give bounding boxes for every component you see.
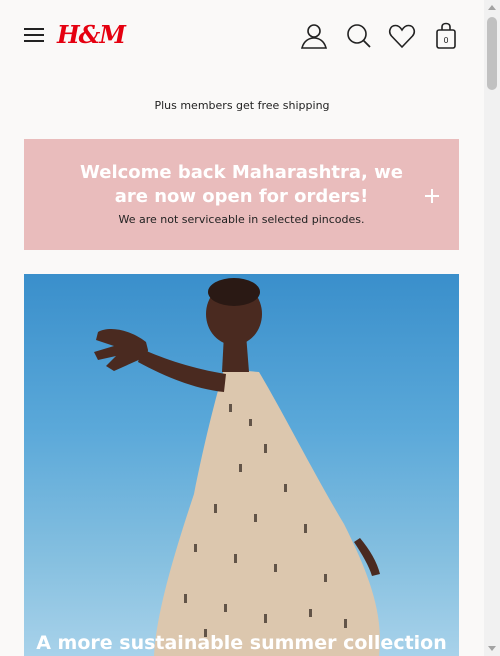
- site-header: H&M 0: [0, 0, 484, 72]
- menu-icon-bar: [24, 34, 44, 36]
- hero-banner[interactable]: A more sustainable summer collection: [24, 274, 459, 656]
- heart-icon: [388, 24, 416, 49]
- scroll-thumb[interactable]: [487, 17, 497, 90]
- bag-count: 0: [443, 36, 449, 45]
- welcome-banner[interactable]: Welcome back Maharashtra, we are now ope…: [24, 139, 459, 250]
- hero-caption: A more sustainable summer collection: [36, 632, 447, 654]
- plus-icon-horizontal: [425, 195, 439, 197]
- shopping-bag-button[interactable]: 0: [433, 22, 459, 50]
- welcome-subtitle: We are not serviceable in selected pinco…: [118, 213, 365, 226]
- search-button[interactable]: [345, 22, 373, 50]
- account-button[interactable]: [300, 22, 328, 50]
- hero-image: [94, 278, 380, 656]
- scrollbar[interactable]: [484, 0, 500, 656]
- scroll-up-arrow-icon[interactable]: [488, 5, 496, 10]
- menu-icon: [24, 28, 44, 30]
- plus-icon[interactable]: [425, 189, 439, 203]
- favourites-button[interactable]: [388, 22, 416, 50]
- menu-icon-bar: [24, 40, 44, 42]
- search-icon: [347, 24, 371, 48]
- account-icon: [300, 24, 328, 49]
- scroll-down-arrow-icon[interactable]: [488, 646, 496, 651]
- menu-button[interactable]: [24, 26, 44, 44]
- welcome-title: Welcome back Maharashtra, we are now ope…: [80, 162, 403, 207]
- hm-logo[interactable]: H&M: [57, 20, 126, 49]
- promo-text[interactable]: Plus members get free shipping: [0, 99, 484, 112]
